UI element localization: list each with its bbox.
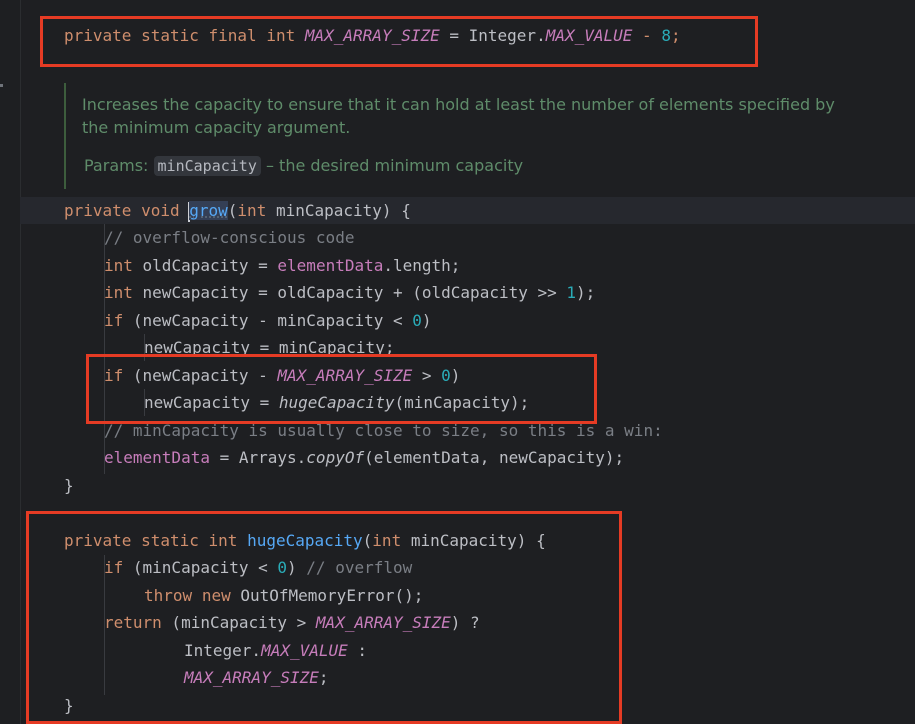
code-text: minCapacity) { [266,201,411,220]
javadoc-params-label: Params: [84,156,149,175]
code-text: .length; [383,256,461,275]
javadoc-param-name: minCapacity [153,156,261,176]
number-literal: 0 [412,311,422,330]
code-line-comment[interactable]: // overflow-conscious code [104,224,354,251]
code-text: ( [227,201,238,220]
code-line[interactable]: int newCapacity = oldCapacity + (oldCapa… [104,279,595,306]
keyword: int [104,256,133,275]
code-line[interactable]: if (newCapacity - minCapacity < 0) [104,307,432,334]
code-line-close-brace[interactable]: } [64,472,74,499]
keyword: if [104,311,124,330]
annotation-box-huge-check [86,354,597,424]
code-text: (newCapacity - minCapacity < [123,311,413,330]
annotation-box-huge-capacity [26,511,622,724]
keyword: int [104,283,133,302]
code-text: (elementData, newCapacity); [364,448,625,467]
code-line[interactable]: elementData = Arrays.copyOf(elementData,… [104,444,624,471]
keyword: private [64,201,132,220]
method-name-grow[interactable]: grow [189,201,228,220]
gutter-divider [20,0,21,724]
keyword: int [237,201,267,220]
gutter-marker [0,84,3,87]
code-line-grow-signature[interactable]: private void grow(int minCapacity) { [64,197,411,224]
code-text: ) [421,311,432,330]
javadoc-param-desc: – the desired minimum capacity [265,156,524,175]
code-line[interactable]: int oldCapacity = elementData.length; [104,252,460,279]
javadoc-block: Increases the capacity to ensure that it… [64,83,866,189]
code-text: oldCapacity = [132,256,278,275]
keyword: void [141,201,180,220]
javadoc-description: Increases the capacity to ensure that it… [82,95,835,137]
field-ref: elementData [277,256,384,275]
field-ref: elementData [104,448,210,467]
method-call[interactable]: copyOf [306,448,364,467]
code-text: = Arrays. [209,448,307,467]
annotation-box-max-array-size [40,16,758,67]
code-text: ); [576,283,596,302]
number-literal: 1 [566,283,577,302]
javadoc-params: Params: minCapacity – the desired minimu… [84,154,523,178]
code-text: newCapacity = oldCapacity + (oldCapacity… [132,283,567,302]
